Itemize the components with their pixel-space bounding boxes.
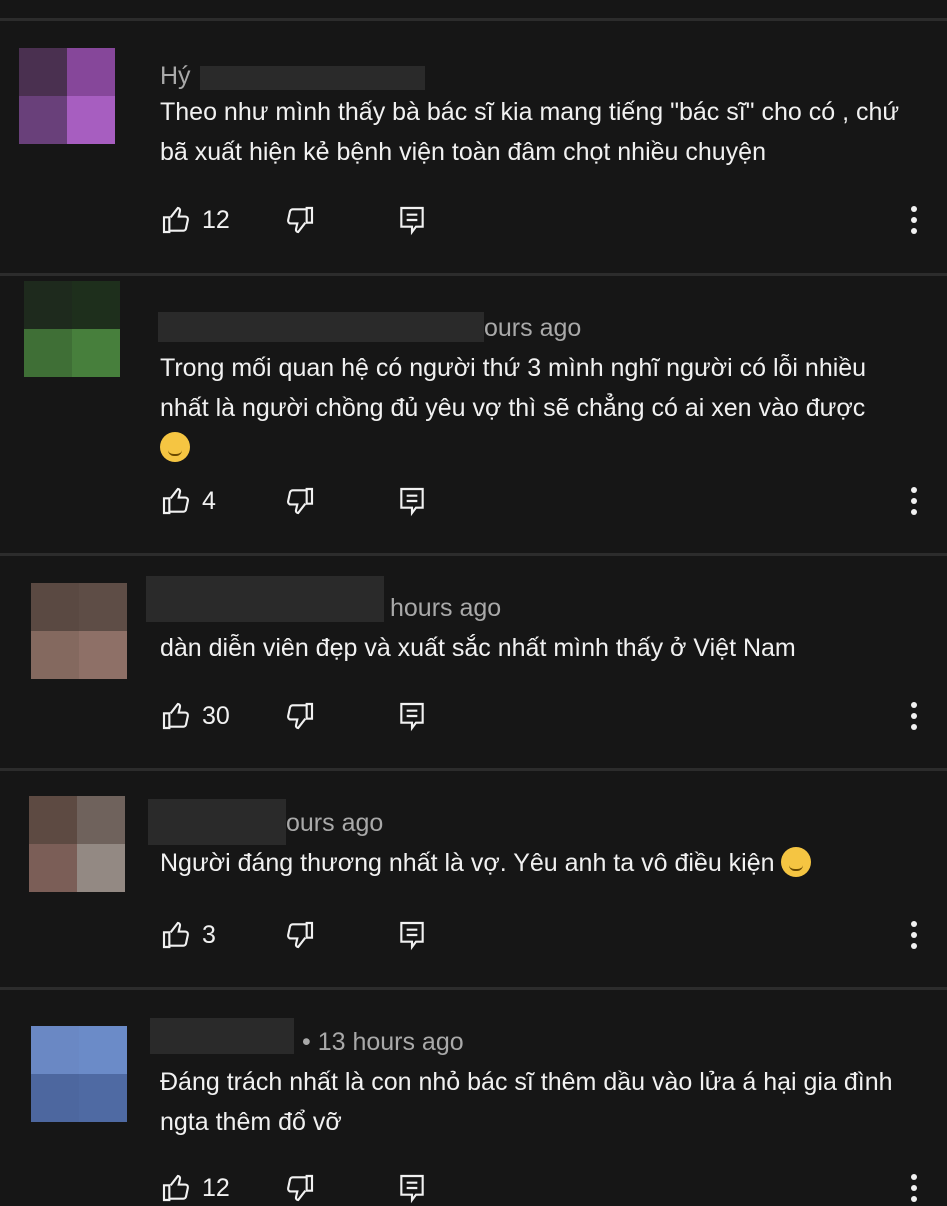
thumbs-down-icon <box>287 206 314 234</box>
reply-comment-icon <box>400 1174 424 1204</box>
more-vert-icon[interactable] <box>908 917 920 953</box>
more-vert-icon[interactable] <box>908 1170 920 1206</box>
dislike-button[interactable] <box>284 483 316 519</box>
thumbs-down-icon <box>287 1174 314 1202</box>
comment-actions: 30 <box>160 698 920 734</box>
comment-time[interactable]: ours ago <box>484 314 581 342</box>
reply-comment-icon <box>400 702 424 732</box>
comment-item: hours ago dàn diễn viên đẹp và xuất sắc … <box>0 556 947 768</box>
avatar[interactable] <box>29 796 125 892</box>
like-count: 12 <box>202 1173 230 1202</box>
comment-author-time[interactable]: Hý <box>160 62 191 91</box>
comment-text-body: Trong mối quan hệ có người thứ 3 mình ng… <box>160 354 867 422</box>
dislike-button[interactable] <box>284 202 316 238</box>
like-count: 30 <box>202 701 230 730</box>
comment-author-time[interactable]: • 13 hours ago <box>302 1028 464 1057</box>
comment-actions: 12 <box>160 1170 920 1206</box>
comment-text: Người đáng thương nhất là vợ. Yêu anh ta… <box>160 843 920 883</box>
like-button[interactable]: 12 <box>160 1170 230 1206</box>
comment-time[interactable]: ours ago <box>286 809 383 837</box>
reply-comment-icon <box>400 487 424 517</box>
comment-time[interactable]: hours ago <box>390 594 501 622</box>
comment-item: • 13 hours ago Đáng trách nhất là con nh… <box>0 990 947 1204</box>
thumbs-up-icon <box>162 206 189 234</box>
comment-text: dàn diễn viên đẹp và xuất sắc nhất mình … <box>160 634 796 662</box>
thumbs-up-icon <box>162 921 189 949</box>
reply-button[interactable] <box>396 1170 428 1206</box>
dislike-button[interactable] <box>284 1170 316 1206</box>
thumbs-up-icon <box>162 702 189 730</box>
reply-button[interactable] <box>396 698 428 734</box>
avatar[interactable] <box>31 1026 127 1122</box>
like-button[interactable]: 4 <box>160 483 216 519</box>
relieved-face-icon <box>160 432 190 462</box>
comment-author-time[interactable]: ours ago <box>484 314 581 343</box>
like-button[interactable]: 30 <box>160 698 230 734</box>
reply-comment-icon <box>400 921 424 951</box>
more-vert-icon[interactable] <box>908 698 920 734</box>
dislike-button[interactable] <box>284 698 316 734</box>
comment-author-time[interactable]: ours ago <box>286 809 383 838</box>
thumbs-up-icon <box>162 1174 189 1202</box>
reply-comment-icon <box>400 206 424 236</box>
like-count: 3 <box>202 920 216 949</box>
like-button[interactable]: 3 <box>160 917 216 953</box>
comment-item: Hý Theo như mình thấy bà bác sĩ kia mang… <box>0 20 947 273</box>
reply-button[interactable] <box>396 917 428 953</box>
avatar[interactable] <box>24 281 120 377</box>
avatar[interactable] <box>19 48 115 144</box>
thumbs-up-icon <box>162 487 189 515</box>
author-name[interactable]: Hý <box>160 62 191 90</box>
redacted-meta <box>146 576 384 622</box>
comment-actions: 3 <box>160 917 920 953</box>
comment-actions: 4 <box>160 483 920 519</box>
kissing-face-icon <box>781 847 812 877</box>
comment-text-body: Người đáng thương nhất là vợ. Yêu anh ta… <box>160 849 775 877</box>
comment-actions: 12 <box>160 202 920 238</box>
redacted-meta <box>148 799 286 845</box>
redacted-meta <box>200 66 425 90</box>
thumbs-down-icon <box>287 487 314 515</box>
reply-button[interactable] <box>396 483 428 519</box>
comment-text: Theo như mình thấy bà bác sĩ kia mang ti… <box>160 98 900 166</box>
like-button[interactable]: 12 <box>160 202 230 238</box>
comment-author-time[interactable]: hours ago <box>390 594 501 623</box>
more-vert-icon[interactable] <box>908 483 920 519</box>
thumbs-down-icon <box>287 702 314 730</box>
like-count: 4 <box>202 486 216 515</box>
more-vert-icon[interactable] <box>908 202 920 238</box>
comment-time[interactable]: • 13 hours ago <box>302 1028 464 1056</box>
thumbs-down-icon <box>287 921 314 949</box>
redacted-meta <box>158 312 484 342</box>
comment-item: ours ago Người đáng thương nhất là vợ. Y… <box>0 771 947 987</box>
redacted-meta <box>150 1018 294 1054</box>
reply-button[interactable] <box>396 202 428 238</box>
comment-item: ours ago Trong mối quan hệ có người thứ … <box>0 276 947 553</box>
like-count: 12 <box>202 205 230 234</box>
avatar[interactable] <box>31 583 127 679</box>
dislike-button[interactable] <box>284 917 316 953</box>
comment-text: Đáng trách nhất là con nhỏ bác sĩ thêm d… <box>160 1068 893 1136</box>
comment-text: Trong mối quan hệ có người thứ 3 mình ng… <box>160 348 920 468</box>
